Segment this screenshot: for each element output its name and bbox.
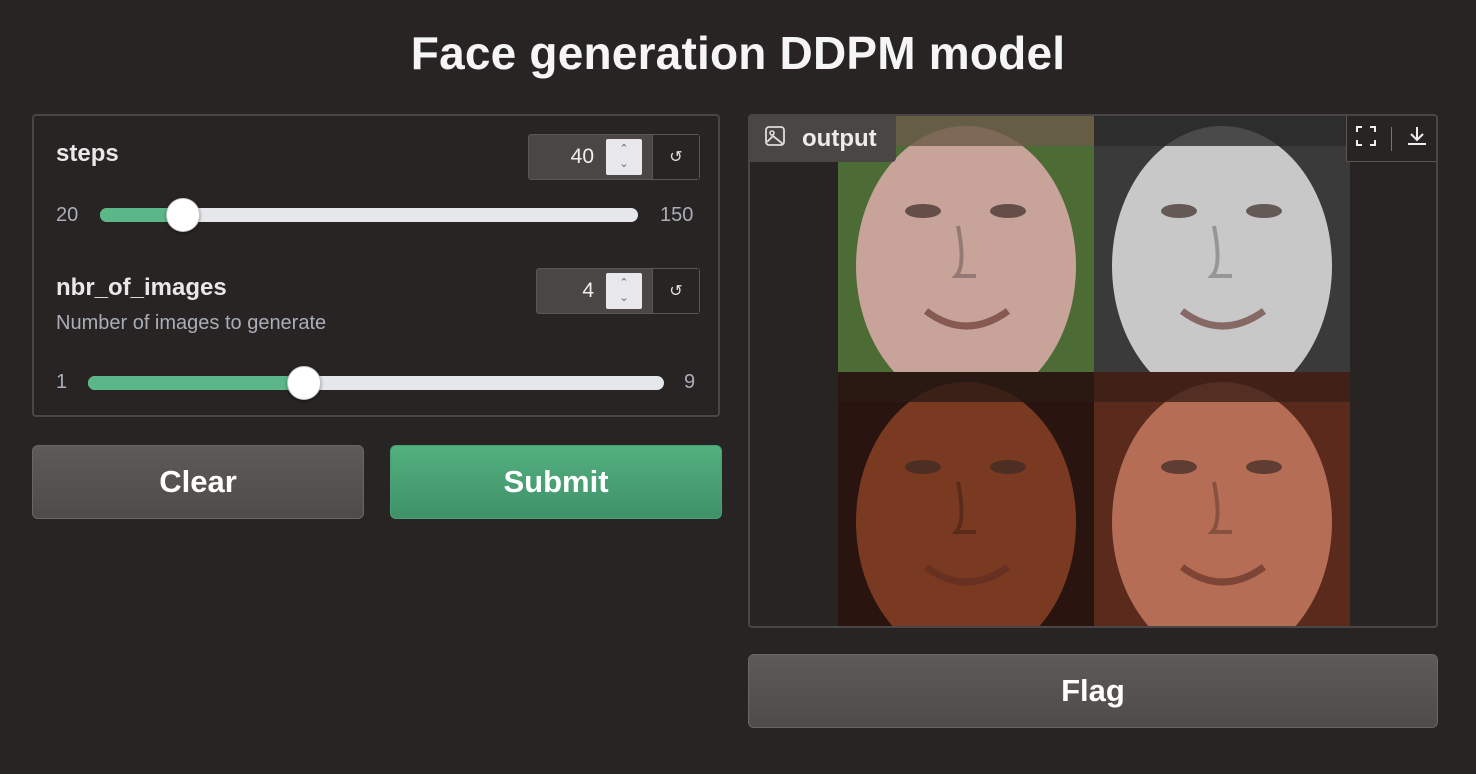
steps-spinner[interactable]: ⌃ ⌄ — [606, 139, 642, 175]
steps-number-input[interactable]: 40 ⌃ ⌄ ↺ — [528, 134, 700, 180]
steps-slider-handle[interactable] — [166, 198, 200, 232]
face-shape — [1161, 460, 1197, 474]
output-panel: output — [748, 114, 1438, 628]
steps-reset-button[interactable]: ↺ — [652, 135, 699, 179]
output-label-text: output — [802, 125, 877, 152]
face-shape — [1094, 372, 1350, 402]
face-shape — [838, 372, 1094, 402]
nbr-of-images-slider-handle[interactable] — [287, 366, 321, 400]
toolbar-divider — [1390, 126, 1392, 151]
face-shape — [1246, 204, 1282, 218]
steps-min: 20 — [56, 204, 79, 226]
steps-label: steps — [56, 140, 119, 167]
face-shape — [1094, 116, 1350, 146]
nbr-of-images-value[interactable]: 4 — [537, 269, 606, 313]
steps-max: 150 — [660, 204, 694, 226]
nbr-of-images-slider-fill — [88, 376, 304, 390]
output-image-grid — [838, 116, 1350, 626]
face-shape — [1246, 460, 1282, 474]
face-shape — [905, 460, 941, 474]
inputs-panel: steps 40 ⌃ ⌄ ↺ 20 150 nbr_of_images Numb… — [32, 114, 720, 417]
chevron-down-icon[interactable]: ⌄ — [619, 291, 628, 306]
chevron-down-icon[interactable]: ⌄ — [619, 157, 628, 172]
nbr-of-images-number-input[interactable]: 4 ⌃ ⌄ ↺ — [536, 268, 700, 314]
reset-icon: ↺ — [669, 149, 683, 166]
output-toolbar — [1346, 116, 1436, 162]
page-title: Face generation DDPM model — [410, 27, 1066, 79]
generated-face-image — [1094, 116, 1350, 372]
chevron-up-icon[interactable]: ⌃ — [619, 276, 628, 291]
generated-face-image — [1094, 372, 1350, 626]
face-shape — [990, 460, 1026, 474]
generated-face-image — [838, 372, 1094, 626]
image-icon — [764, 125, 786, 154]
output-label: output — [750, 116, 896, 162]
download-icon[interactable] — [1405, 124, 1429, 153]
nbr-of-images-spinner[interactable]: ⌃ ⌄ — [606, 273, 642, 309]
steps-slider[interactable] — [100, 198, 638, 232]
clear-button[interactable]: Clear — [32, 445, 364, 519]
nbr-of-images-min: 1 — [56, 371, 68, 393]
nbr-of-images-info: Number of images to generate — [56, 312, 327, 334]
nbr-of-images-max: 9 — [684, 371, 696, 393]
fullscreen-icon[interactable] — [1354, 124, 1378, 153]
flag-button[interactable]: Flag — [748, 654, 1438, 728]
face-shape — [990, 204, 1026, 218]
nbr-of-images-label: nbr_of_images — [56, 274, 227, 301]
nbr-of-images-reset-button[interactable]: ↺ — [652, 269, 699, 313]
submit-button[interactable]: Submit — [390, 445, 722, 519]
nbr-of-images-slider[interactable] — [88, 366, 664, 400]
face-shape — [905, 204, 941, 218]
reset-icon: ↺ — [669, 283, 683, 300]
steps-value[interactable]: 40 — [529, 135, 606, 179]
face-shape — [1161, 204, 1197, 218]
chevron-up-icon[interactable]: ⌃ — [619, 142, 628, 157]
